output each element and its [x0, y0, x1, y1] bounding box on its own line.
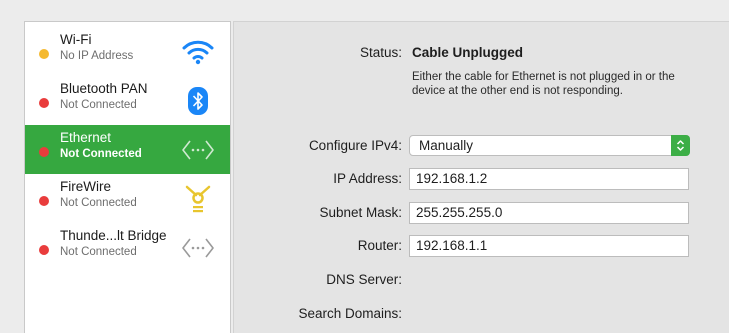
chevron-up-down-icon: [671, 135, 690, 156]
service-list: Wi-Fi No IP Address Bluetooth PAN Not Co…: [24, 21, 231, 333]
status-value: Cable Unplugged: [412, 45, 523, 60]
router-label: Router:: [357, 238, 402, 253]
subnet-mask-label: Subnet Mask:: [319, 205, 402, 220]
service-status: Not Connected: [60, 246, 137, 258]
status-dot: [39, 245, 49, 255]
service-name: Ethernet: [60, 130, 112, 145]
status-dot: [39, 147, 49, 157]
bluetooth-icon: [180, 83, 216, 119]
network-detail-panel: Status: Cable Unplugged Either the cable…: [233, 21, 729, 333]
service-item-firewire[interactable]: FireWire Not Connected: [25, 174, 230, 223]
ethernet-icon: [180, 132, 216, 168]
thunderbolt-bridge-icon: [180, 230, 216, 266]
status-dot: [39, 196, 49, 206]
service-status: Not Connected: [60, 148, 142, 160]
service-status: No IP Address: [60, 50, 134, 62]
status-dot: [39, 49, 49, 59]
service-name: Wi-Fi: [60, 32, 92, 47]
dns-server-label: DNS Server:: [326, 272, 402, 287]
service-item-wifi[interactable]: Wi-Fi No IP Address: [25, 27, 230, 76]
router-field[interactable]: 192.168.1.1: [409, 235, 689, 257]
configure-ipv4-label: Configure IPv4:: [308, 138, 402, 153]
subnet-mask-field[interactable]: 255.255.255.0: [409, 202, 689, 224]
firewire-icon: [180, 181, 216, 217]
status-dot: [39, 98, 49, 108]
wifi-icon: [180, 34, 216, 70]
service-item-bluetooth-pan[interactable]: Bluetooth PAN Not Connected: [25, 76, 230, 125]
configure-ipv4-select[interactable]: Manually: [409, 135, 690, 156]
status-label: Status:: [359, 45, 402, 60]
ip-address-label: IP Address:: [333, 171, 402, 186]
service-item-thunderbolt-bridge[interactable]: Thunde...lt Bridge Not Connected: [25, 223, 230, 272]
service-name: Thunde...lt Bridge: [60, 228, 167, 243]
service-status: Not Connected: [60, 99, 137, 111]
search-domains-label: Search Domains:: [298, 306, 402, 321]
configure-ipv4-value: Manually: [419, 138, 474, 153]
service-name: FireWire: [60, 179, 111, 194]
status-description: Either the cable for Ethernet is not plu…: [412, 71, 675, 97]
service-item-ethernet[interactable]: Ethernet Not Connected: [25, 125, 230, 174]
service-status: Not Connected: [60, 197, 137, 209]
ip-address-field[interactable]: 192.168.1.2: [409, 168, 689, 190]
service-name: Bluetooth PAN: [60, 81, 148, 96]
